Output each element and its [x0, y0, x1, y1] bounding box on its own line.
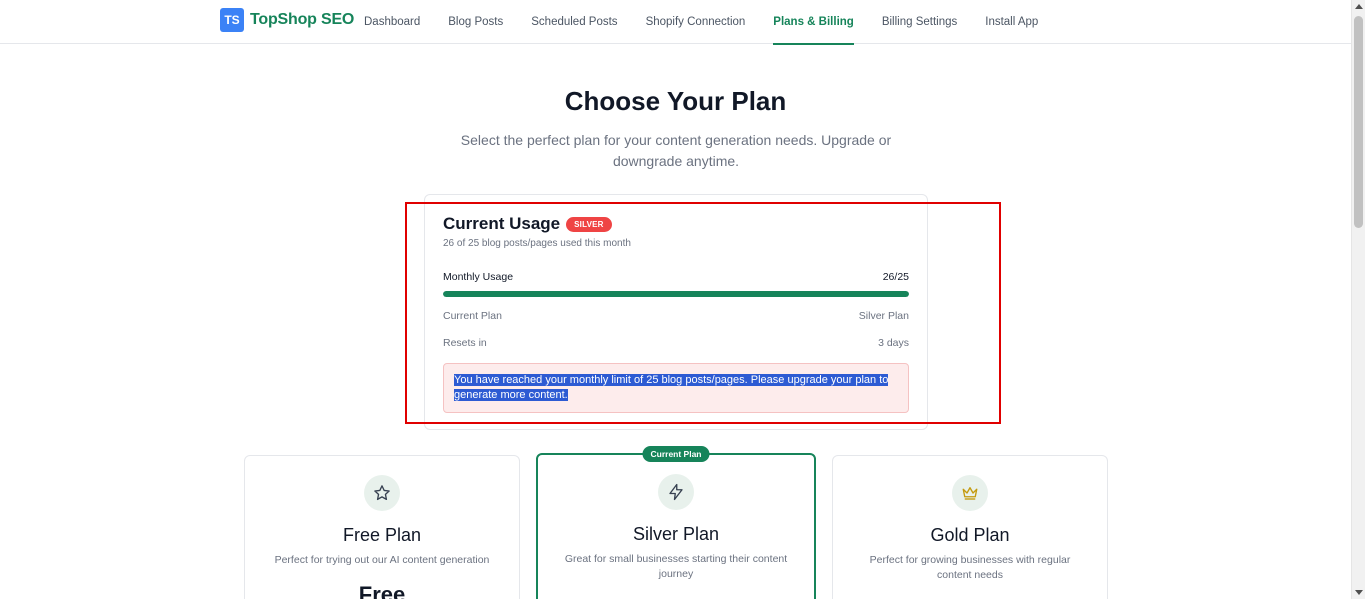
monthly-usage-value: 26/25 [882, 271, 909, 283]
plan-description: Perfect for growing businesses with regu… [869, 554, 1071, 581]
current-plan-label: Current Plan [443, 310, 502, 322]
resets-label: Resets in [443, 337, 487, 349]
nav-link-dashboard[interactable]: Dashboard [350, 0, 434, 44]
crown-icon [952, 475, 988, 511]
plan-badge: SILVER [566, 216, 612, 232]
monthly-usage-label: Monthly Usage [443, 271, 514, 283]
current-usage-card: Current Usage SILVER 26 of 25 blog posts… [424, 194, 928, 430]
nav-link-billing-settings[interactable]: Billing Settings [868, 0, 971, 44]
limit-alert: You have reached your monthly limit of 2… [443, 363, 909, 413]
page-subtitle: Select the perfect plan for your content… [460, 132, 892, 169]
usage-summary: 26 of 25 blog posts/pages used this mont… [443, 238, 631, 249]
current-plan-row: Current Plan Silver Plan [443, 310, 909, 322]
plan-description: Perfect for trying out our AI content ge… [274, 554, 490, 566]
nav-link-shopify-connection[interactable]: Shopify Connection [632, 0, 760, 44]
nav-link-scheduled-posts[interactable]: Scheduled Posts [517, 0, 631, 44]
page-scrollbar[interactable] [1351, 0, 1365, 599]
plan-name: Silver Plan [632, 524, 720, 544]
plan-name: Gold Plan [930, 525, 1010, 545]
scroll-up-arrow-icon[interactable] [1355, 4, 1363, 9]
nav-link-install-app[interactable]: Install App [971, 0, 1052, 44]
monthly-usage-row: Monthly Usage 26/25 [443, 271, 909, 283]
page-title: Choose Your Plan [564, 86, 787, 116]
resets-value: 3 days [878, 337, 909, 349]
current-plan-pill: Current Plan [642, 446, 710, 462]
resets-row: Resets in 3 days [443, 337, 909, 349]
nav-link-plans-billing[interactable]: Plans & Billing [759, 0, 868, 45]
current-plan-value: Silver Plan [858, 310, 909, 322]
star-icon [364, 475, 400, 511]
usage-title: Current Usage [443, 214, 561, 233]
nav-links: Dashboard Blog Posts Scheduled Posts Sho… [350, 0, 1052, 45]
plan-description: Great for small businesses starting thei… [564, 553, 788, 580]
brand-logo[interactable]: TS TopShop SEO [220, 8, 354, 32]
plan-card-free[interactable]: Free Plan Perfect for trying out our AI … [244, 455, 520, 599]
top-navbar: TS TopShop SEO Dashboard Blog Posts Sche… [0, 0, 1351, 45]
usage-progress-fill [443, 291, 909, 297]
brand-name: TopShop SEO [250, 11, 355, 28]
plan-name: Free Plan [342, 525, 422, 545]
limit-alert-text: You have reached your monthly limit of 2… [454, 374, 889, 401]
scroll-down-arrow-icon[interactable] [1355, 590, 1363, 595]
plan-price: Free [358, 582, 406, 599]
lightning-icon [658, 474, 694, 510]
plan-card-gold[interactable]: Gold Plan Perfect for growing businesses… [832, 455, 1108, 599]
logo-badge: TS [220, 8, 244, 32]
scroll-thumb[interactable] [1354, 16, 1363, 228]
plan-card-silver[interactable]: Current Plan Silver Plan Great for small… [536, 446, 816, 599]
nav-link-blog-posts[interactable]: Blog Posts [434, 0, 517, 44]
usage-header: Current Usage SILVER [443, 214, 612, 234]
usage-progress-bar [443, 291, 909, 297]
